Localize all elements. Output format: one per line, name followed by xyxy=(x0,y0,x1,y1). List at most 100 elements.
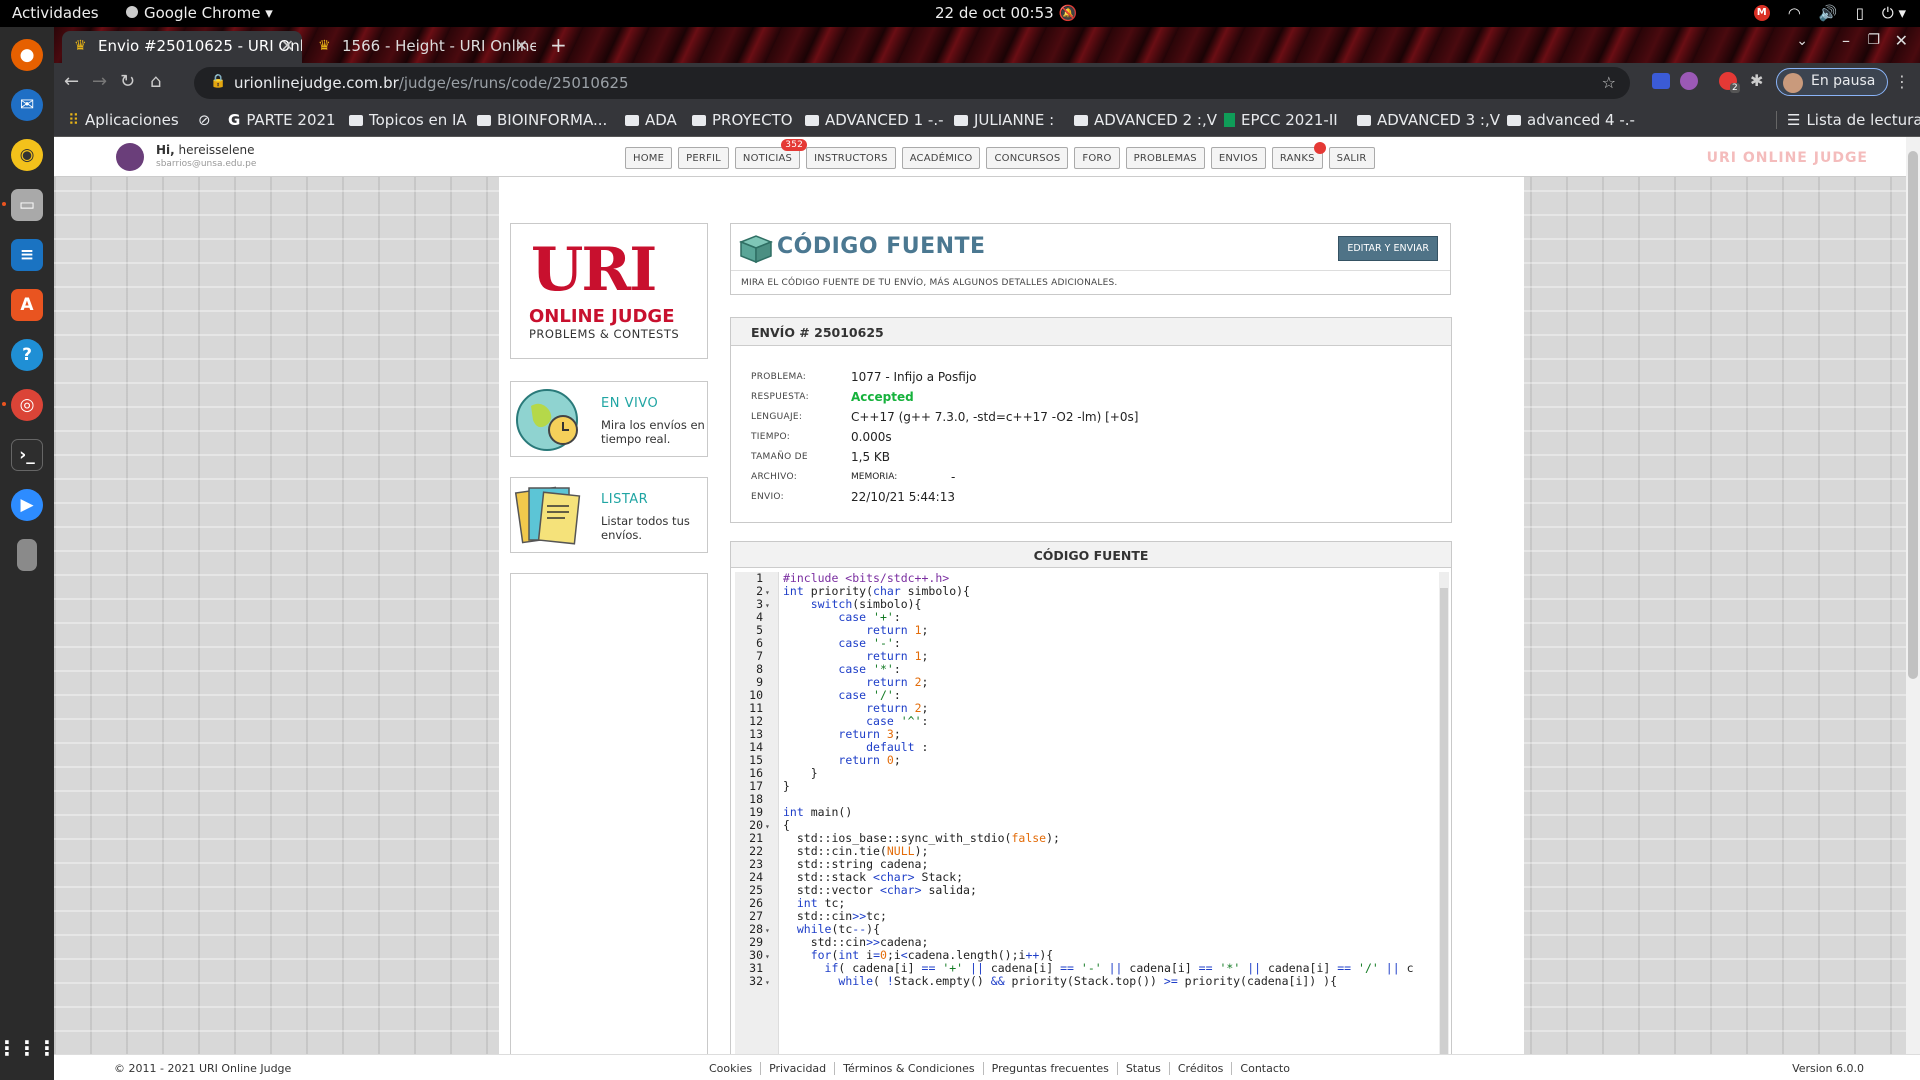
fold-toggle-icon[interactable]: ▾ xyxy=(765,976,770,989)
address-bar[interactable]: 🔒 urionlinejudge.com.br/judge/es/runs/co… xyxy=(194,67,1630,99)
chrome-icon[interactable]: ◎ xyxy=(2,389,43,421)
user-avatar[interactable] xyxy=(116,143,144,171)
footer-link-creditos[interactable]: Créditos xyxy=(1170,1062,1233,1075)
restore-icon[interactable]: ❐ xyxy=(1867,32,1880,48)
bookmark-folder[interactable]: ADVANCED 1 -.- xyxy=(805,111,944,129)
bookmark-globe[interactable]: ⊘ xyxy=(198,111,211,129)
bookmark-folder[interactable]: advanced 4 -.- xyxy=(1507,111,1635,129)
reading-list-button[interactable]: ☰ Lista de lectura xyxy=(1776,111,1920,129)
profile-button[interactable]: En pausa xyxy=(1776,68,1888,96)
footer-link-terminos[interactable]: Términos & Condiciones xyxy=(835,1062,984,1075)
code-editor[interactable]: 1 #include <bits/stdc++.h> 2 ▾ int priority(… xyxy=(735,572,1435,1080)
close-tab-icon[interactable]: ✕ xyxy=(515,36,528,55)
back-icon[interactable]: ← xyxy=(64,71,79,92)
page-scrollbar[interactable] xyxy=(1906,137,1920,1054)
nav-foro[interactable]: FORO xyxy=(1074,147,1120,169)
nav-home[interactable]: HOME xyxy=(625,147,673,169)
nav-noticias[interactable]: NOTICIAS 352 xyxy=(734,139,808,169)
power-menu-icon[interactable]: ⏻ ▾ xyxy=(1882,4,1906,22)
gmail-indicator-icon[interactable]: M xyxy=(1753,5,1770,21)
bookmark-apps[interactable]: ⠿ Aplicaciones xyxy=(68,111,179,129)
bookmark-item[interactable]: EPCC 2021-II xyxy=(1224,111,1338,129)
bookmark-item[interactable]: G PARTE 2021 xyxy=(228,111,336,129)
system-tray[interactable]: M ◠ 🔊 ▯ ⏻ ▾ xyxy=(1753,4,1906,22)
extensions-puzzle-icon[interactable]: ✱ xyxy=(1750,71,1763,90)
nav-perfil[interactable]: PERFIL xyxy=(678,147,729,169)
reload-icon[interactable]: ↻ xyxy=(120,71,135,92)
extension-icon[interactable] xyxy=(1652,73,1670,89)
footer-links: Cookies Privacidad Términos & Condicione… xyxy=(701,1062,1298,1075)
nav-salir[interactable]: SALIR xyxy=(1328,147,1375,169)
nav-ranks[interactable]: RANKS xyxy=(1271,142,1326,169)
greeting-label: Hi, xyxy=(156,143,175,157)
username[interactable]: hereisselene xyxy=(179,143,255,157)
nav-instructors[interactable]: INSTRUCTORS xyxy=(806,147,896,169)
terminal-icon[interactable]: ›_ xyxy=(11,439,43,471)
activities-button[interactable]: Actividades xyxy=(12,4,99,22)
bookmark-folder[interactable]: JULIANNE : xyxy=(954,111,1054,129)
nav-envios[interactable]: ENVIOS xyxy=(1210,147,1266,169)
software-icon[interactable]: A xyxy=(11,289,43,321)
new-tab-icon[interactable]: + xyxy=(550,33,567,57)
firefox-icon[interactable]: ● xyxy=(11,39,43,71)
live-card[interactable]: EN VIVO Mira los envíos en tiempo real. xyxy=(510,381,708,457)
footer-link-cookies[interactable]: Cookies xyxy=(701,1062,762,1075)
minimize-icon[interactable]: – xyxy=(1842,31,1850,50)
tab-search-icon[interactable]: ⌄ xyxy=(1796,33,1808,49)
close-window-icon[interactable]: ✕ xyxy=(1895,31,1908,50)
bookmark-folder[interactable]: ADVANCED 2 :,V xyxy=(1074,111,1217,129)
close-tab-icon[interactable]: ✕ xyxy=(281,36,294,55)
logo-online-judge: ONLINE JUDGE xyxy=(529,306,675,327)
fold-toggle-icon[interactable]: ▾ xyxy=(765,586,770,599)
bookmark-folder[interactable]: ADVANCED 3 :,V xyxy=(1357,111,1500,129)
edit-and-submit-button[interactable]: EDITAR Y ENVIAR xyxy=(1338,236,1438,261)
nav-concursos[interactable]: CONCURSOS xyxy=(986,147,1069,169)
folder-icon xyxy=(1507,115,1521,126)
list-card[interactable]: LISTAR Listar todos tus envíos. xyxy=(510,477,708,553)
forward-icon[interactable]: → xyxy=(92,71,107,92)
problem-link[interactable]: 1077 - Infijo a Posfijo xyxy=(851,370,977,384)
app-menu[interactable]: Google Chrome ▾ xyxy=(126,4,273,22)
wifi-icon[interactable]: ◠ xyxy=(1788,4,1801,22)
page-scrollbar-thumb[interactable] xyxy=(1908,151,1918,679)
volume-icon[interactable]: 🔊 xyxy=(1819,4,1838,22)
bookmark-folder[interactable]: ADA xyxy=(625,111,677,129)
uri-logo[interactable]: URI ONLINE JUDGE PROBLEMS & CONTESTS xyxy=(510,223,708,359)
code-scrollbar[interactable] xyxy=(1439,572,1449,1080)
folder-icon xyxy=(692,115,706,126)
bookmark-label: JULIANNE : xyxy=(974,111,1055,129)
footer-link-privacidad[interactable]: Privacidad xyxy=(761,1062,836,1075)
fold-toggle-icon[interactable]: ▾ xyxy=(765,599,770,612)
footer-link-contacto[interactable]: Contacto xyxy=(1232,1062,1298,1075)
zoom-icon[interactable]: ▶ xyxy=(11,489,43,521)
bookmark-folder[interactable]: PROYECTO xyxy=(692,111,793,129)
extension-icon[interactable] xyxy=(1680,72,1698,90)
nav-academico[interactable]: ACADÉMICO xyxy=(901,147,981,169)
bookmark-folder[interactable]: BIOINFORMA... xyxy=(477,111,607,129)
clock[interactable]: 22 de oct 00:53 🔕 xyxy=(935,4,1077,22)
fold-toggle-icon[interactable]: ▾ xyxy=(765,924,770,937)
rhythmbox-icon[interactable]: ◉ xyxy=(11,139,43,171)
tab-active[interactable]: ♛ Envio #25010625 - URI Onl ✕ xyxy=(62,31,302,63)
scrollbar-thumb[interactable] xyxy=(1440,588,1448,1080)
libreoffice-writer-icon[interactable]: ≡ xyxy=(11,239,43,271)
removable-drive-icon[interactable] xyxy=(17,539,37,571)
footer-link-status[interactable]: Status xyxy=(1118,1062,1170,1075)
fold-toggle-icon[interactable]: ▾ xyxy=(765,950,770,963)
url-host: urionlinejudge.com.br xyxy=(234,74,399,92)
uri-favicon-icon: ♛ xyxy=(74,38,87,54)
home-icon[interactable]: ⌂ xyxy=(150,71,161,92)
thunderbird-icon[interactable]: ✉ xyxy=(11,89,43,121)
notifications-muted-icon: 🔕 xyxy=(1058,4,1078,22)
bookmark-folder[interactable]: Topicos en IA xyxy=(349,111,467,129)
nav-problemas[interactable]: PROBLEMAS xyxy=(1125,147,1205,169)
fold-toggle-icon[interactable]: ▾ xyxy=(765,820,770,833)
bookmark-star-icon[interactable]: ☆ xyxy=(1602,73,1616,92)
footer-link-faq[interactable]: Preguntas frecuentes xyxy=(984,1062,1118,1075)
more-menu-icon[interactable]: ⋮ xyxy=(1894,72,1910,91)
help-icon[interactable]: ? xyxy=(11,339,43,371)
files-icon[interactable]: ▭ xyxy=(2,189,43,221)
show-apps-icon[interactable]: ⋮⋮⋮ xyxy=(0,1032,57,1064)
battery-icon[interactable]: ▯ xyxy=(1856,4,1864,22)
tab-inactive[interactable]: ♛ 1566 - Height - URI Online ✕ xyxy=(306,31,536,63)
